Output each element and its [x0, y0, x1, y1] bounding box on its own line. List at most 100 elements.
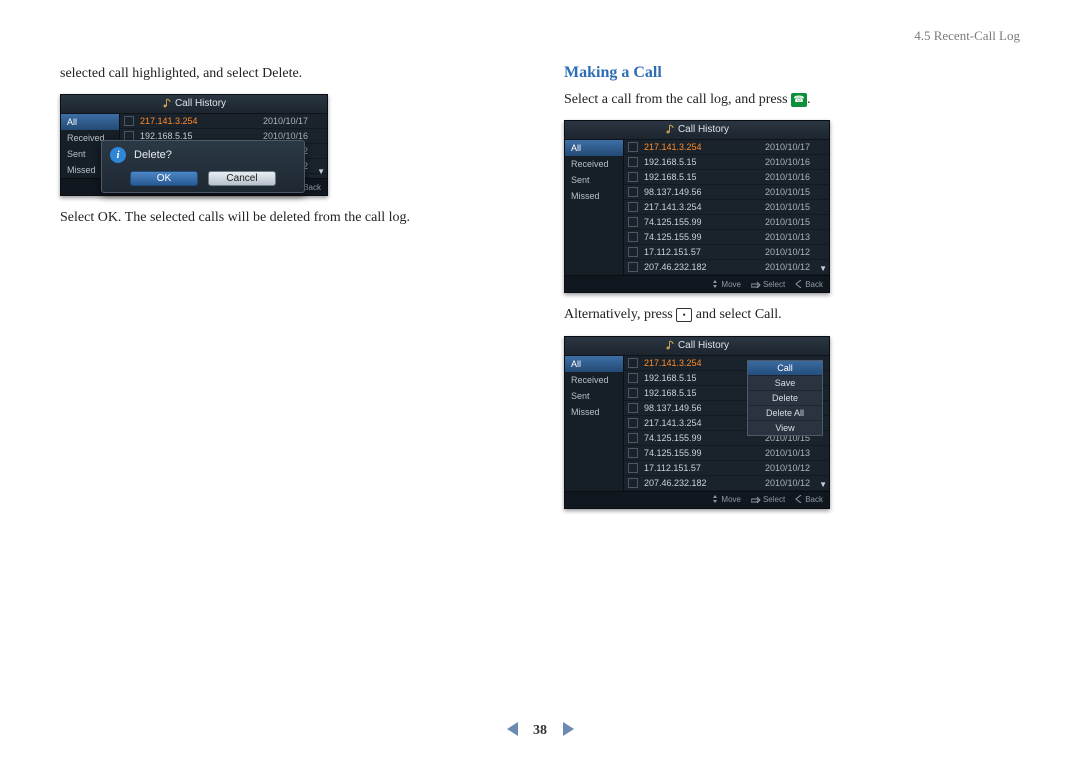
checkbox[interactable] [628, 388, 638, 398]
checkbox[interactable] [628, 217, 638, 227]
screenshot-delete-confirm: Call History All Received Sent Missed 21… [60, 94, 328, 196]
row-date: 2010/10/12 [765, 463, 825, 473]
table-row[interactable]: 74.125.155.992010/10/15 [624, 215, 829, 230]
checkbox[interactable] [628, 403, 638, 413]
table-row[interactable]: 207.46.232.1822010/10/12 [624, 260, 829, 275]
table-row[interactable]: 217.141.3.2542010/10/17 [624, 140, 829, 155]
row-ip: 17.112.151.57 [644, 463, 765, 473]
table-row[interactable]: 17.112.151.572010/10/12 [624, 461, 829, 476]
side-tab-sent[interactable]: Sent [565, 388, 623, 404]
row-date: 2010/10/15 [765, 217, 825, 227]
screenshot-context-menu: Call History All Received Sent Missed 21… [564, 336, 830, 509]
checkbox[interactable] [628, 463, 638, 473]
row-date: 2010/10/12 [765, 262, 825, 272]
hint-back: Back [795, 495, 823, 504]
info-icon: i [110, 147, 126, 163]
table-row[interactable]: 192.168.5.152010/10/16 [624, 170, 829, 185]
table-row[interactable]: 74.125.155.992010/10/13 [624, 230, 829, 245]
checkbox[interactable] [628, 172, 638, 182]
hint-bar: Move Select Back [565, 275, 829, 292]
panel-title: Call History [61, 95, 327, 114]
context-menu-item[interactable]: Delete [748, 391, 822, 406]
scroll-down-icon[interactable]: ▼ [819, 264, 827, 273]
right-paragraph-1: Select a call from the call log, and pre… [564, 90, 1020, 110]
next-page-icon[interactable] [563, 722, 574, 736]
context-menu: CallSaveDeleteDelete AllView [747, 360, 823, 436]
table-row[interactable]: 74.125.155.992010/10/13 [624, 446, 829, 461]
checkbox[interactable] [628, 157, 638, 167]
table-row[interactable]: 217.141.3.2542010/10/17 [120, 114, 327, 129]
checkbox[interactable] [628, 202, 638, 212]
scroll-down-icon[interactable]: ▼ [317, 167, 325, 176]
row-date: 2010/10/17 [765, 142, 825, 152]
music-note-icon [162, 98, 172, 108]
checkbox[interactable] [628, 448, 638, 458]
checkbox[interactable] [628, 247, 638, 257]
table-row[interactable]: 192.168.5.152010/10/16 [624, 155, 829, 170]
heading-making-a-call: Making a Call [564, 64, 1020, 82]
context-menu-item[interactable]: Delete All [748, 406, 822, 421]
hint-bar: Move Select Back [565, 491, 829, 508]
call-button-icon: ☎ [791, 93, 807, 107]
page-number: 38 [533, 723, 547, 738]
side-tab-all[interactable]: All [61, 114, 119, 130]
context-menu-item[interactable]: Call [748, 361, 822, 376]
cancel-button[interactable]: Cancel [208, 171, 276, 186]
hint-select: Select [751, 280, 785, 289]
row-date: 2010/10/12 [765, 478, 825, 488]
side-tab-received[interactable]: Received [565, 372, 623, 388]
table-row[interactable]: 217.141.3.2542010/10/15 [624, 200, 829, 215]
checkbox[interactable] [628, 187, 638, 197]
music-note-icon [665, 124, 675, 134]
side-tab-sent[interactable]: Sent [565, 172, 623, 188]
row-ip: 74.125.155.99 [644, 217, 765, 227]
music-note-icon [665, 340, 675, 350]
ok-button[interactable]: OK [130, 171, 198, 186]
checkbox[interactable] [628, 262, 638, 272]
hint-select: Select [751, 495, 785, 504]
side-tab-missed[interactable]: Missed [565, 188, 623, 204]
row-date: 2010/10/15 [765, 187, 825, 197]
right-paragraph-2: Alternatively, press • and select Call. [564, 305, 1020, 325]
row-ip: 192.168.5.15 [644, 157, 765, 167]
checkbox[interactable] [628, 433, 638, 443]
checkbox[interactable] [124, 116, 134, 126]
checkbox[interactable] [628, 373, 638, 383]
prev-page-icon[interactable] [507, 722, 518, 736]
row-ip: 98.137.149.56 [644, 187, 765, 197]
panel-title: Call History [565, 121, 829, 140]
side-tab-received[interactable]: Received [565, 156, 623, 172]
checkbox[interactable] [628, 478, 638, 488]
side-tab-missed[interactable]: Missed [565, 404, 623, 420]
context-menu-item[interactable]: View [748, 421, 822, 435]
call-list: 217.141.3.254192.168.5.15192.168.5.1598.… [624, 356, 829, 491]
left-paragraph-2: Select OK. The selected calls will be de… [60, 208, 516, 228]
row-date: 2010/10/16 [765, 172, 825, 182]
row-ip: 74.125.155.99 [644, 448, 765, 458]
page-nav: 38 [0, 722, 1080, 739]
panel-title: Call History [565, 337, 829, 356]
row-ip: 217.141.3.254 [140, 116, 263, 126]
checkbox[interactable] [628, 418, 638, 428]
row-ip: 207.46.232.182 [644, 478, 765, 488]
row-date: 2010/10/16 [765, 157, 825, 167]
side-tab-all[interactable]: All [565, 140, 623, 156]
context-menu-item[interactable]: Save [748, 376, 822, 391]
hint-move: Move [711, 280, 741, 289]
modal-text: Delete? [134, 149, 172, 161]
row-ip: 217.141.3.254 [644, 202, 765, 212]
checkbox[interactable] [628, 358, 638, 368]
checkbox[interactable] [628, 232, 638, 242]
checkbox[interactable] [628, 142, 638, 152]
row-ip: 74.125.155.99 [644, 232, 765, 242]
screenshot-call-list: Call History All Received Sent Missed 21… [564, 120, 830, 293]
side-tab-all[interactable]: All [565, 356, 623, 372]
table-row[interactable]: 207.46.232.1822010/10/12 [624, 476, 829, 491]
scroll-down-icon[interactable]: ▼ [819, 480, 827, 489]
table-row[interactable]: 17.112.151.572010/10/12 [624, 245, 829, 260]
row-ip: 207.46.232.182 [644, 262, 765, 272]
call-list: 217.141.3.2542010/10/17192.168.5.152010/… [624, 140, 829, 275]
row-date: 2010/10/15 [765, 202, 825, 212]
delete-modal: i Delete? OK Cancel [101, 140, 305, 193]
table-row[interactable]: 98.137.149.562010/10/15 [624, 185, 829, 200]
